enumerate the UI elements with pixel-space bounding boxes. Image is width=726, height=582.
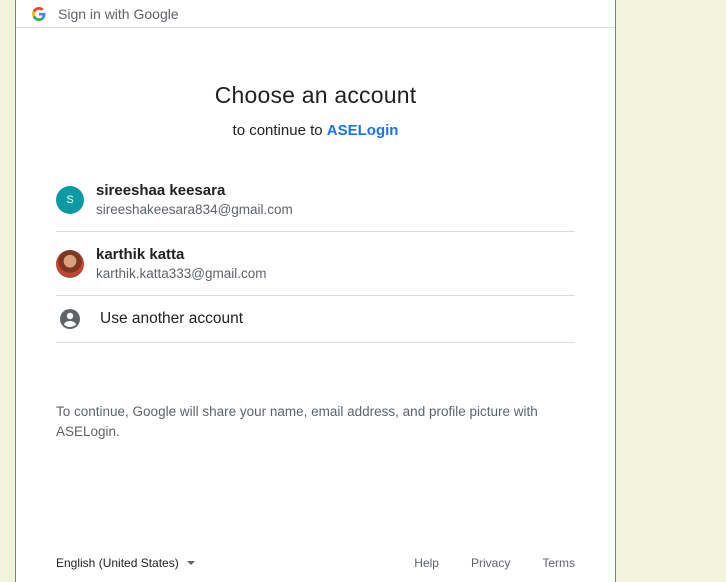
use-another-account-button[interactable]: Use another account [56,296,575,343]
use-another-account-label: Use another account [100,310,244,327]
language-selector[interactable]: English (United States) [56,556,195,570]
account-item-karthik[interactable]: karthik katta karthik.katta333@gmail.com [56,232,575,296]
app-name-link[interactable]: ASELogin [327,122,399,139]
subtitle-prefix: to continue to [232,122,323,139]
header-bar: Sign in with Google [16,0,615,28]
terms-link[interactable]: Terms [542,556,575,570]
footer-links: Help Privacy Terms [382,556,575,570]
account-email: sireeshakeesara834@gmail.com [96,201,293,217]
account-email: karthik.katta333@gmail.com [96,265,267,281]
footer: English (United States) Help Privacy Ter… [56,556,575,570]
google-logo-icon [32,6,46,21]
chevron-down-icon [186,561,195,565]
account-item-sireeshaa[interactable]: S sireeshaa keesara sireeshakeesara834@g… [56,168,575,232]
account-name: sireeshaa keesara [96,181,226,199]
help-link[interactable]: Help [414,556,439,570]
avatar [56,249,84,278]
sign-in-popup: Sign in with Google Choose an account to… [15,0,616,582]
header-title: Sign in with Google [58,5,179,22]
account-circle-icon [56,305,84,333]
privacy-link[interactable]: Privacy [471,556,510,570]
account-text: sireeshaa keesara sireeshakeesara834@gma… [96,181,293,219]
account-name: karthik katta [96,245,185,263]
account-text: karthik katta karthik.katta333@gmail.com [96,245,267,283]
page-subtitle: to continue to ASELogin [16,122,615,139]
language-label: English (United States) [56,556,179,570]
page-title: Choose an account [214,82,417,108]
account-list: S sireeshaa keesara sireeshakeesara834@g… [56,168,575,343]
privacy-disclaimer: To continue, Google will share your name… [56,404,538,439]
avatar: S [56,185,84,214]
